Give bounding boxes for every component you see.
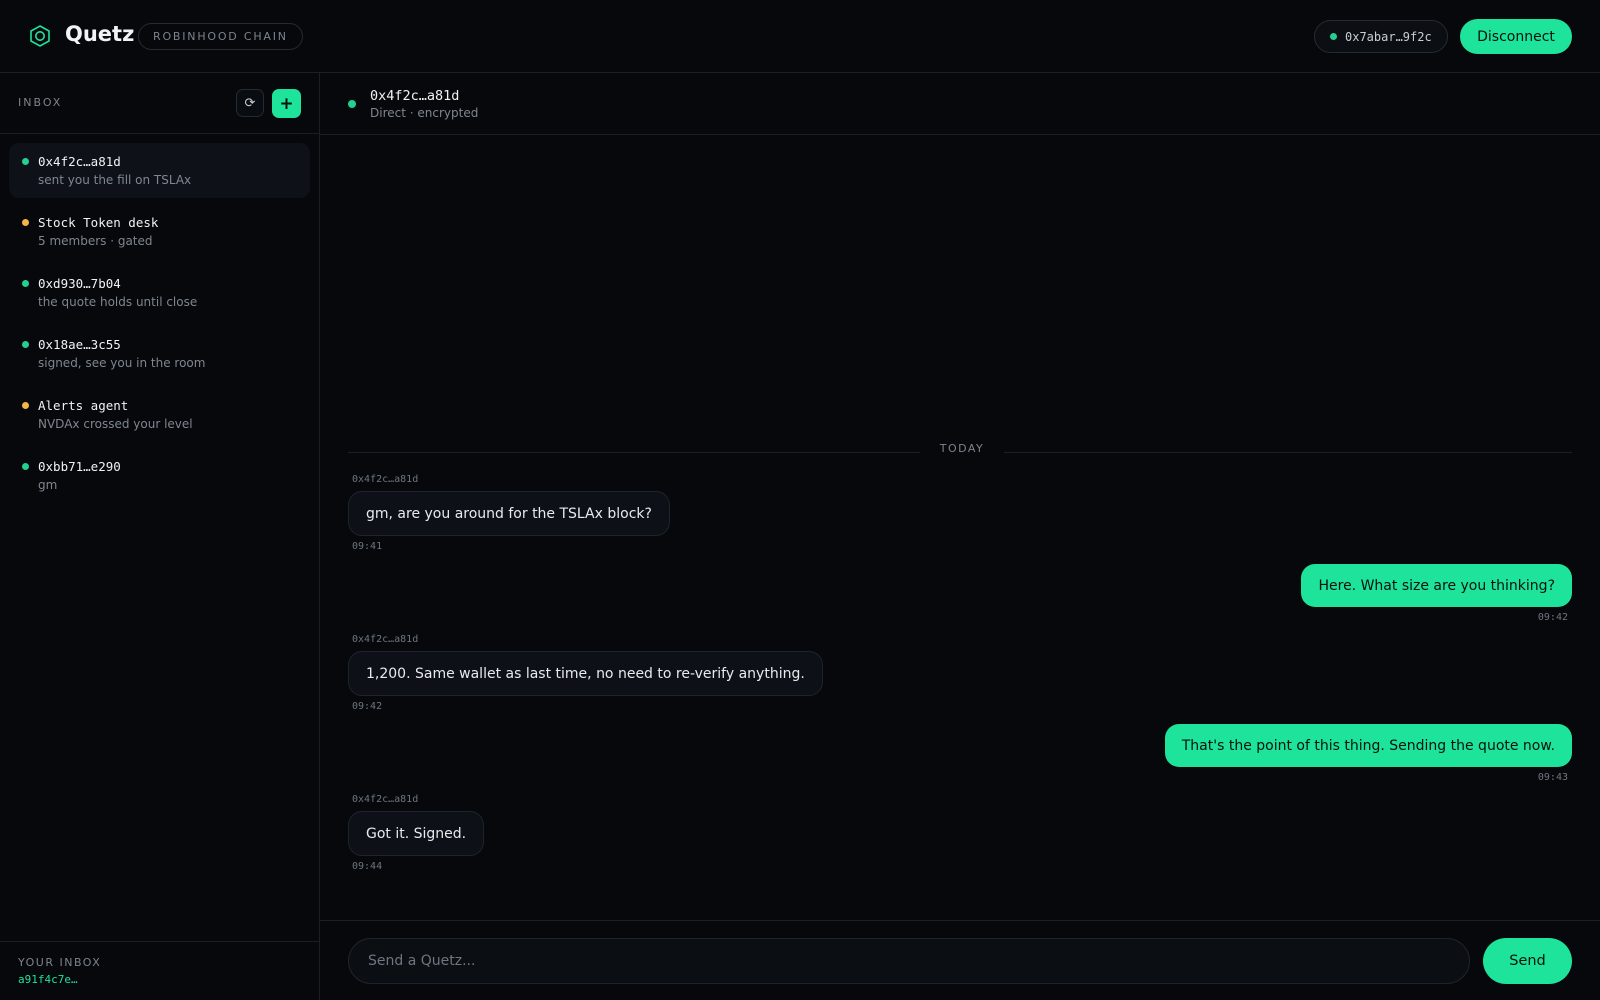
conversation-status-dot — [22, 341, 29, 348]
message-timestamp: 09:43 — [1537, 772, 1568, 783]
conversation-name: Alerts agent — [38, 398, 129, 413]
conversation-status-dot — [22, 402, 29, 409]
conversation-name: 0x4f2c…a81d — [38, 154, 121, 169]
message-sender: 0x4f2c…a81d — [352, 794, 419, 805]
conversation-status-dot — [22, 158, 29, 165]
disconnect-button[interactable]: Disconnect — [1460, 19, 1572, 54]
new-conversation-button[interactable]: + — [272, 89, 301, 118]
message-input[interactable] — [348, 938, 1470, 984]
conversation-item[interactable]: 0xd930…7b04 the quote holds until close — [9, 265, 310, 320]
chain-badge: ROBINHOOD CHAIN — [138, 23, 303, 50]
conversation-item[interactable]: Alerts agent NVDAx crossed your level — [9, 387, 310, 442]
inbox-title: INBOX — [18, 96, 63, 109]
outgoing-message-bubble: That's the point of this thing. Sending … — [1164, 724, 1572, 767]
date-divider-label: TODAY — [920, 442, 1004, 455]
conversation-preview: NVDAx crossed your level — [38, 417, 193, 431]
your-inbox-footer: YOUR INBOX a91f4c7e… — [0, 941, 319, 1000]
message-timestamp: 09:42 — [1537, 612, 1568, 623]
message-timestamp: 09:44 — [352, 861, 383, 872]
conversation-item[interactable]: 0x18ae…3c55 signed, see you in the room — [9, 326, 310, 381]
incoming-message-bubble: gm, are you around for the TSLAx block? — [348, 491, 670, 536]
incoming-message-bubble: Got it. Signed. — [348, 811, 485, 856]
connected-status-dot — [1330, 33, 1337, 40]
online-status-dot — [348, 100, 356, 108]
refresh-icon[interactable]: ⟳ — [236, 89, 264, 117]
conversation-name: 0xd930…7b04 — [38, 276, 121, 291]
chat-header: 0x4f2c…a81d Direct · encrypted — [320, 73, 1600, 135]
chat-subtitle: Direct · encrypted — [370, 106, 479, 120]
wallet-address-pill[interactable]: 0x7abar…9f2c — [1314, 20, 1448, 53]
message-timestamp: 09:42 — [352, 701, 383, 712]
your-inbox-label: YOUR INBOX — [18, 956, 102, 969]
conversation-name: Stock Token desk — [38, 215, 159, 230]
conversation-preview: gm — [38, 478, 58, 492]
inbox-header: INBOX ⟳ + — [0, 73, 319, 134]
conversation-list: 0x4f2c…a81d sent you the fill on TSLAx Sto… — [0, 134, 319, 503]
conversation-preview: signed, see you in the room — [38, 356, 206, 370]
conversation-item[interactable]: 0x4f2c…a81d sent you the fill on TSLAx — [9, 143, 310, 198]
your-inbox-id[interactable]: a91f4c7e… — [18, 973, 78, 986]
send-button[interactable]: Send — [1483, 938, 1572, 984]
wallet-address: 0x7abar…9f2c — [1345, 29, 1432, 44]
message-timestamp: 09:41 — [352, 541, 383, 552]
conversation-preview: the quote holds until close — [38, 295, 198, 309]
message-composer: Send — [320, 920, 1600, 1000]
message-sender: 0x4f2c…a81d — [352, 474, 419, 485]
message-sender: 0x4f2c…a81d — [352, 634, 419, 645]
top-bar: Quetz ROBINHOOD CHAIN 0x7abar…9f2c Disco… — [0, 0, 1600, 73]
message-thread: TODAY 0x4f2c…a81d gm, are you around for … — [320, 135, 1600, 920]
conversation-item[interactable]: 0xbb71…e290 gm — [9, 448, 310, 503]
app-title: Quetz — [65, 22, 135, 46]
conversation-name: 0x18ae…3c55 — [38, 337, 121, 352]
incoming-message-bubble: 1,200. Same wallet as last time, no need… — [348, 651, 823, 696]
hexagon-logo-icon — [30, 25, 50, 47]
conversation-item[interactable]: Stock Token desk 5 members · gated — [9, 204, 310, 259]
conversation-status-dot — [22, 280, 29, 287]
conversation-preview: sent you the fill on TSLAx — [38, 173, 192, 187]
conversation-status-dot — [22, 463, 29, 470]
conversation-name: 0xbb71…e290 — [38, 459, 121, 474]
chat-title: 0x4f2c…a81d — [370, 88, 460, 104]
conversation-preview: 5 members · gated — [38, 234, 153, 248]
inbox-sidebar: INBOX ⟳ + 0x4f2c…a81d sent you the fill o… — [0, 73, 320, 1000]
outgoing-message-bubble: Here. What size are you thinking? — [1301, 564, 1572, 607]
conversation-status-dot — [22, 219, 29, 226]
